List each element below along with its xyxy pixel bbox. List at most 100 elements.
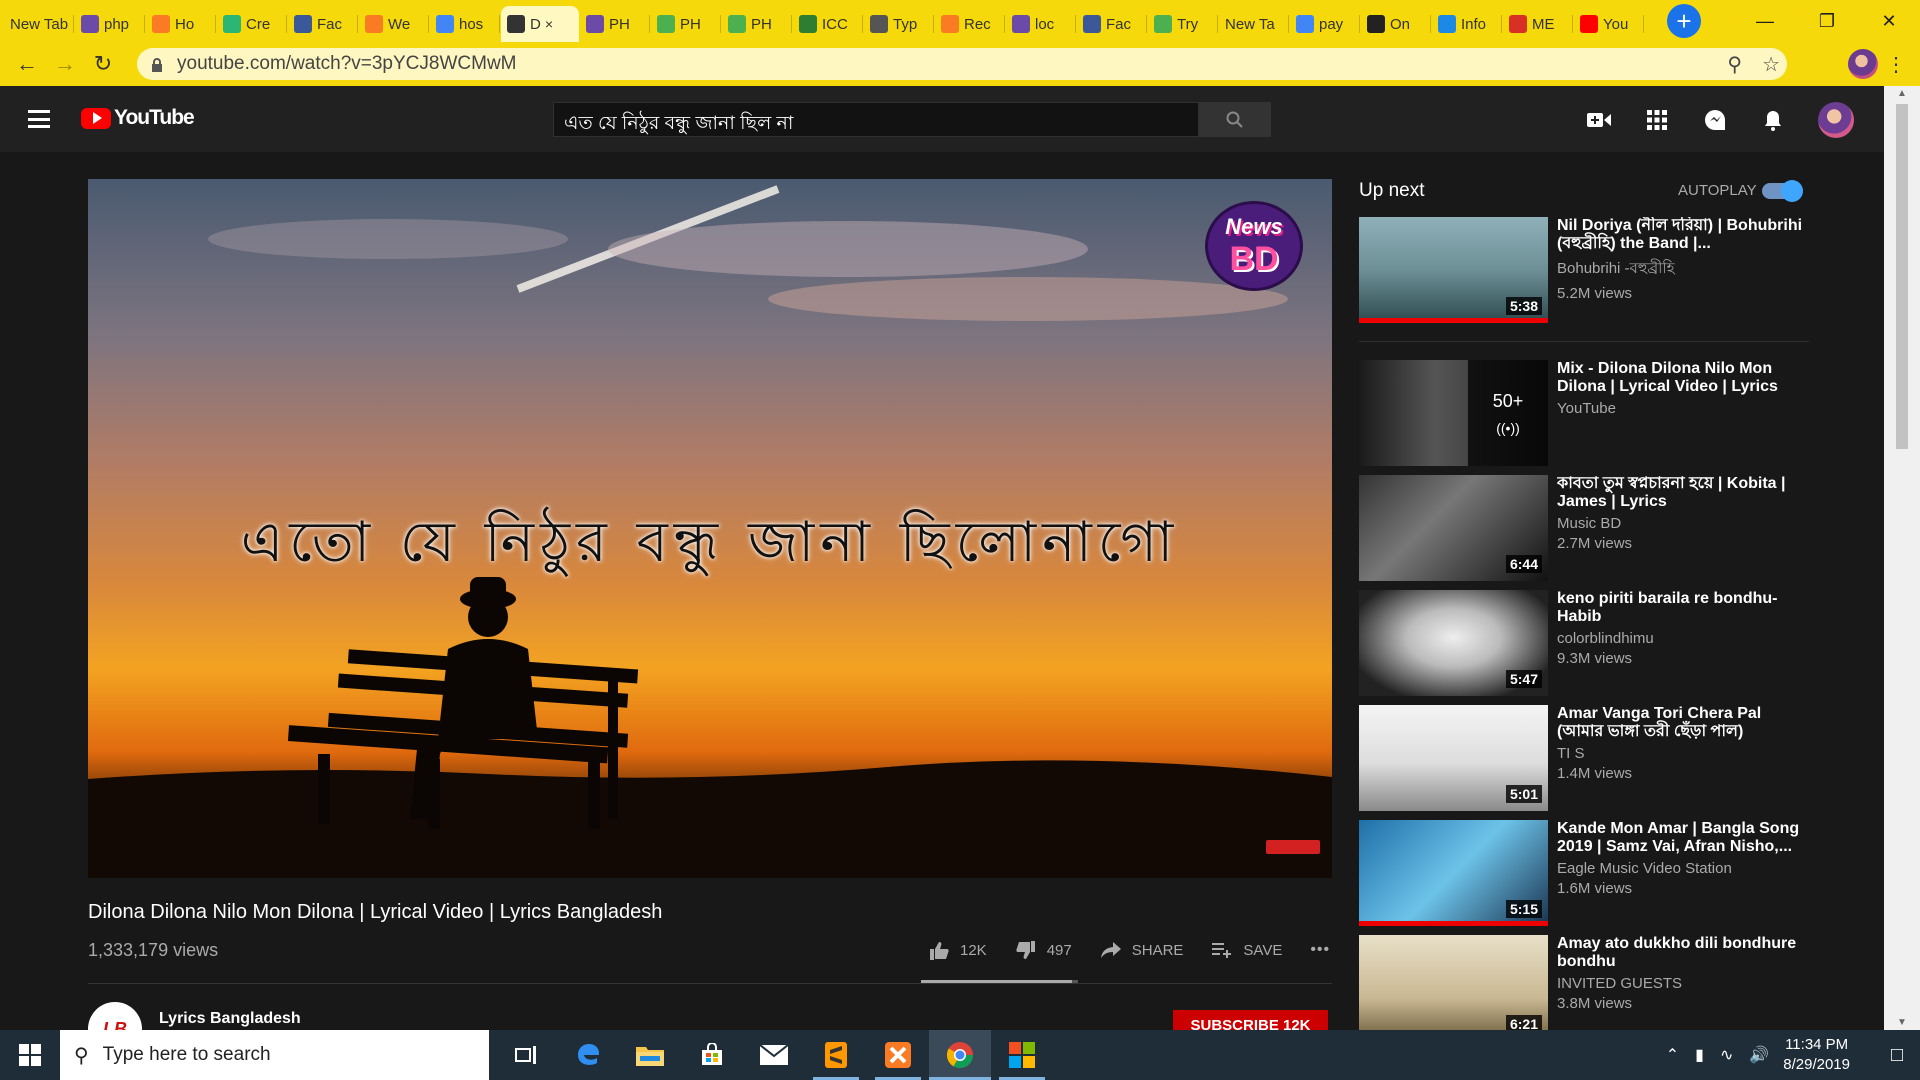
video-title-link[interactable]: Amay ato dukkho dili bondhure bondhu (1557, 935, 1807, 971)
like-button[interactable]: 12K (928, 940, 987, 960)
xampp-icon[interactable] (867, 1030, 929, 1080)
browser-tab[interactable]: loc (1006, 6, 1076, 42)
new-tab-button[interactable]: + (1667, 4, 1701, 38)
video-thumbnail[interactable]: 6:21 (1359, 935, 1548, 1041)
youtube-logo[interactable]: YouTube (81, 106, 195, 130)
watched-progress-bar (1359, 921, 1548, 926)
back-button[interactable]: ← (10, 47, 44, 81)
task-view-icon[interactable] (495, 1030, 557, 1080)
wifi-icon[interactable]: ∿ (1720, 1045, 1733, 1065)
mail-icon[interactable] (743, 1030, 805, 1080)
channel-name[interactable]: Lyrics Bangladesh (159, 1010, 301, 1028)
subscribe-watermark[interactable] (1266, 840, 1320, 854)
video-title-link[interactable]: কাবতা তুম স্বপ্নচারনা হয়ে | Kobita | Ja… (1557, 475, 1807, 511)
up-next-item[interactable]: 5:01 Amar Vanga Tori Chera Pal (আমার ভাঙ্… (1359, 705, 1809, 811)
up-next-item[interactable]: 5:47 keno piriti baraila re bondhu-Habib c… (1359, 590, 1809, 696)
browser-tab[interactable]: PH (722, 6, 792, 42)
bookmark-star-icon[interactable]: ☆ (1762, 52, 1780, 77)
browser-tab[interactable]: You (1574, 6, 1644, 42)
browser-tab[interactable]: On (1361, 6, 1431, 42)
windows-app-icon[interactable] (991, 1030, 1053, 1080)
battery-icon[interactable]: ▮ (1695, 1045, 1704, 1065)
up-next-item[interactable]: 50+ ((•)) Mix - Dilona Dilona Nilo Mon Dil… (1359, 360, 1809, 466)
messages-icon[interactable] (1702, 107, 1728, 133)
save-button[interactable]: SAVE (1211, 940, 1282, 960)
video-thumbnail[interactable]: 6:44 (1359, 475, 1548, 581)
store-icon[interactable] (681, 1030, 743, 1080)
start-button[interactable] (0, 1030, 60, 1080)
browser-tab[interactable]: Rec (935, 6, 1005, 42)
menu-icon[interactable] (28, 110, 50, 128)
scroll-down-arrow[interactable]: ▼ (1897, 1017, 1907, 1028)
chrome-menu-icon[interactable]: ⋮ (1886, 52, 1906, 77)
up-next-item[interactable]: 6:44 কাবতা তুম স্বপ্নচারনা হয়ে | Kobita … (1359, 475, 1809, 581)
browser-tab[interactable]: We (359, 6, 429, 42)
reload-button[interactable]: ↻ (86, 47, 120, 81)
file-explorer-icon[interactable] (619, 1030, 681, 1080)
url-bar[interactable]: youtube.com/watch?v=3pYCJ8WCMwM (137, 48, 1787, 80)
browser-tab[interactable]: pay (1290, 6, 1360, 42)
up-next-item[interactable]: 5:15 Kande Mon Amar | Bangla Song 2019 | … (1359, 820, 1809, 926)
video-thumbnail[interactable]: 5:15 (1359, 820, 1548, 926)
scroll-thumb[interactable] (1896, 104, 1908, 449)
autoplay-toggle[interactable] (1762, 180, 1803, 202)
sublime-text-icon[interactable] (805, 1030, 867, 1080)
up-next-item[interactable]: 5:38 Nil Doriya (নীল দরিয়া) | Bohubrihi … (1359, 217, 1809, 323)
video-title-link[interactable]: Kande Mon Amar | Bangla Song 2019 | Samz… (1557, 820, 1807, 856)
search-input[interactable]: এত যে নিঠুর বন্ধু জানা ছিল না (553, 102, 1199, 137)
dislike-button[interactable]: 497 (1015, 940, 1072, 960)
forward-button[interactable]: → (48, 47, 82, 81)
browser-tab[interactable]: Info (1432, 6, 1502, 42)
video-title-link[interactable]: Amar Vanga Tori Chera Pal (আমার ভাঙ্গা ত… (1557, 705, 1807, 741)
tab-close-icon[interactable]: × (545, 16, 553, 32)
browser-tab[interactable]: PH (580, 6, 650, 42)
browser-tab[interactable]: Ho (146, 6, 216, 42)
user-avatar[interactable] (1818, 102, 1854, 138)
news-bd-watermark: News BD (1205, 201, 1303, 291)
browser-tab[interactable]: Fac (1077, 6, 1147, 42)
video-thumbnail[interactable]: 50+ ((•)) (1359, 360, 1548, 466)
close-window-button[interactable]: ✕ (1858, 0, 1920, 42)
video-thumbnail[interactable]: 5:38 (1359, 217, 1548, 323)
action-center-icon[interactable]: □ (1874, 1030, 1920, 1080)
browser-tab[interactable]: ME (1503, 6, 1573, 42)
chrome-profile-avatar[interactable] (1848, 49, 1878, 79)
video-title-link[interactable]: Nil Doriya (নীল দরিয়া) | Bohubrihi (বহু… (1557, 217, 1807, 253)
tray-expand-icon[interactable]: ⌃ (1666, 1045, 1679, 1065)
video-thumbnail[interactable]: 5:01 (1359, 705, 1548, 811)
up-next-item[interactable]: 6:21 Amay ato dukkho dili bondhure bondhu… (1359, 935, 1809, 1041)
minimize-button[interactable]: — (1734, 0, 1796, 42)
zoom-icon[interactable]: ⚲ (1727, 52, 1742, 77)
video-title-link[interactable]: Mix - Dilona Dilona Nilo Mon Dilona | Ly… (1557, 360, 1807, 396)
browser-tab[interactable]: PH (651, 6, 721, 42)
chrome-icon[interactable] (929, 1030, 991, 1080)
browser-tab[interactable]: Cre (217, 6, 287, 42)
create-video-icon[interactable] (1586, 107, 1612, 133)
more-actions-button[interactable]: ••• (1310, 941, 1330, 959)
video-player[interactable]: এতো যে নিঠুর বন্ধু জানা ছিলোনাগো News BD (88, 179, 1332, 878)
channel-name: TI S (1557, 745, 1585, 762)
maximize-button[interactable]: ❐ (1796, 0, 1858, 42)
volume-icon[interactable]: 🔊 (1749, 1045, 1769, 1065)
wave-icon (1438, 15, 1456, 33)
browser-tab[interactable]: hos (430, 6, 500, 42)
browser-tab[interactable]: php (75, 6, 145, 42)
taskbar-clock[interactable]: 11:34 PM 8/29/2019 (1783, 1035, 1850, 1075)
taskbar-search[interactable]: ⚲ Type here to search (60, 1030, 489, 1080)
notifications-bell-icon[interactable] (1760, 107, 1786, 133)
browser-tab[interactable]: Typ (864, 6, 934, 42)
browser-tab[interactable]: Fac (288, 6, 358, 42)
page-scrollbar[interactable]: ▲ ▼ (1884, 86, 1920, 1030)
browser-tab[interactable]: D × (501, 6, 579, 42)
video-title-link[interactable]: keno piriti baraila re bondhu-Habib (1557, 590, 1807, 626)
browser-tab[interactable]: Try (1148, 6, 1218, 42)
apps-grid-icon[interactable] (1644, 107, 1670, 133)
share-button[interactable]: SHARE (1100, 940, 1183, 960)
browser-tab[interactable]: New Ta (1219, 6, 1289, 42)
video-thumbnail[interactable]: 5:47 (1359, 590, 1548, 696)
search-button[interactable] (1199, 102, 1271, 137)
browser-tab[interactable]: ICC (793, 6, 863, 42)
browser-tab[interactable]: New Tab (4, 6, 74, 42)
edge-icon[interactable] (557, 1030, 619, 1080)
scroll-up-arrow[interactable]: ▲ (1897, 88, 1907, 99)
